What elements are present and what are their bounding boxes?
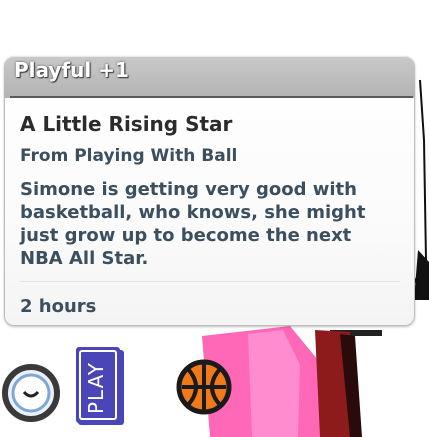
divider xyxy=(20,281,400,282)
moodlet-duration: 2 hours xyxy=(20,296,97,317)
header-divider xyxy=(10,96,413,98)
moodlet-description: Simone is getting very good with basketb… xyxy=(20,179,366,269)
basketball-icon[interactable] xyxy=(174,357,234,417)
sign-text: PLAY xyxy=(84,361,109,415)
moodlet-source: From Playing With Ball xyxy=(20,146,238,166)
trait-label: Playful +1 xyxy=(14,58,129,82)
smiley-moodlet-icon[interactable] xyxy=(0,362,62,424)
moodlet-title: A Little Rising Star xyxy=(20,112,233,136)
